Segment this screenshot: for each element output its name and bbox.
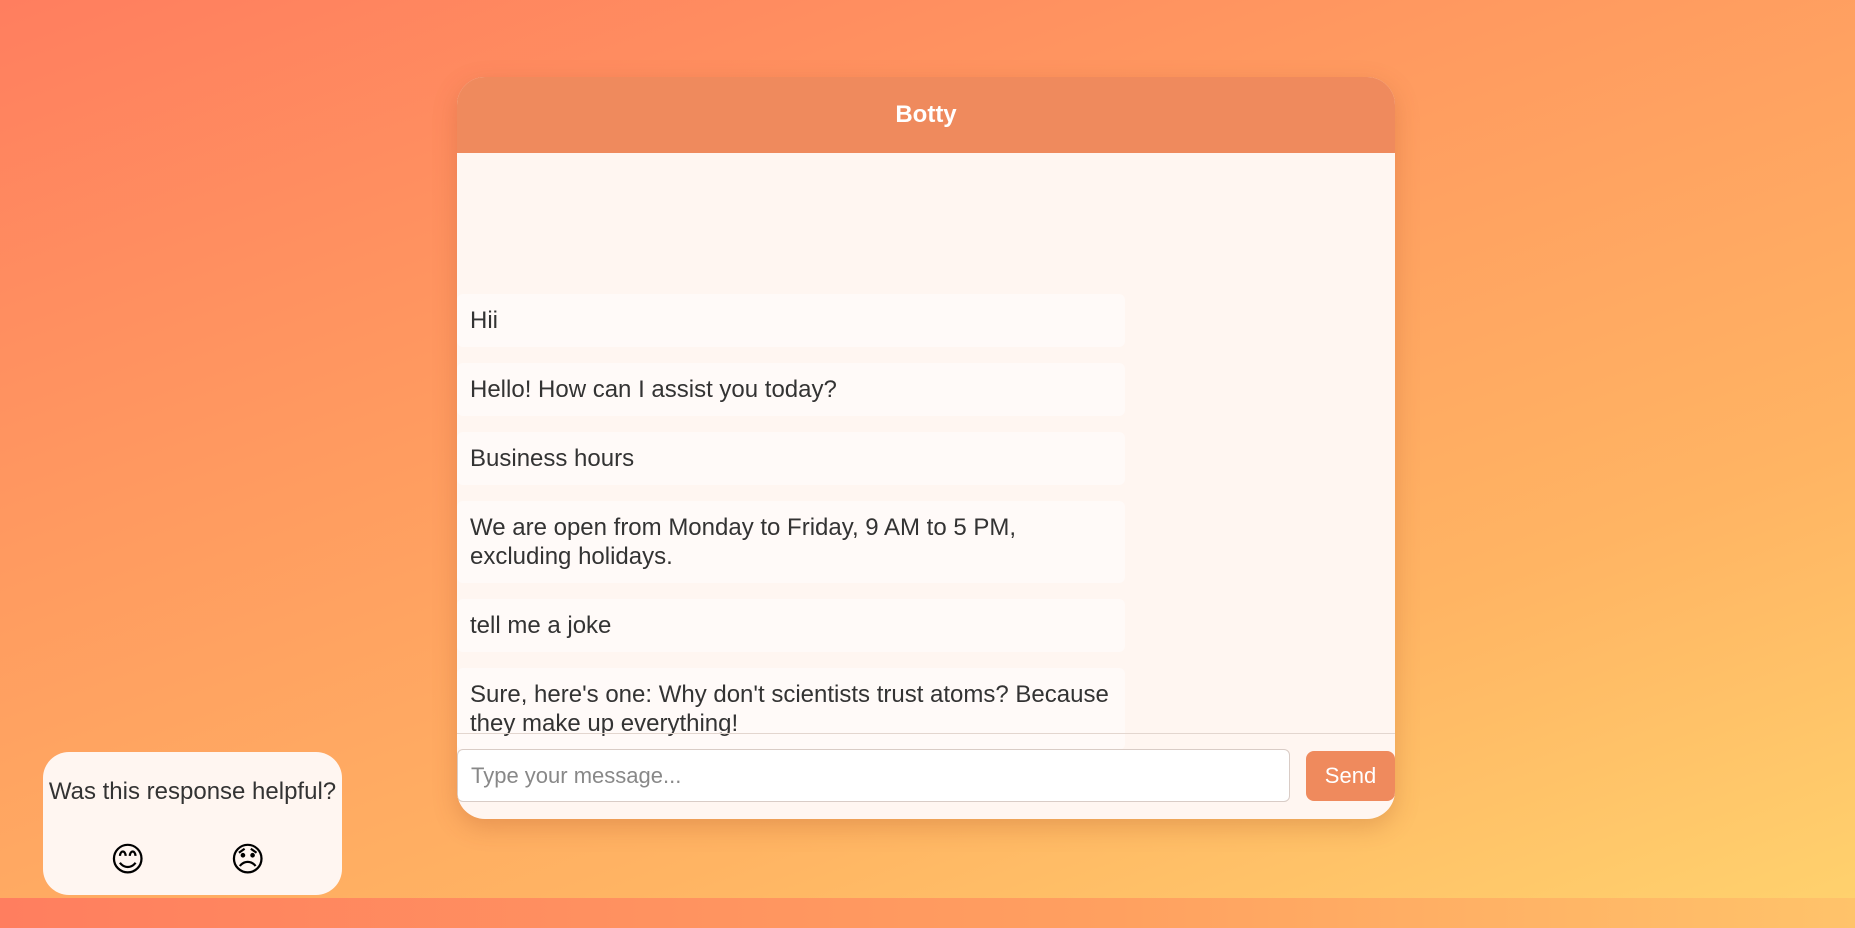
message-user: Business hours	[457, 432, 1125, 485]
sad-face-icon[interactable]: 😞	[230, 840, 265, 880]
chat-title: Botty	[895, 101, 957, 128]
chat-header: Botty	[457, 77, 1395, 153]
message-bot: Hello! How can I assist you today?	[457, 363, 1125, 416]
message-bot: We are open from Monday to Friday, 9 AM …	[457, 501, 1125, 583]
message-list: Hii Hello! How can I assist you today? B…	[457, 153, 1395, 811]
smile-icon[interactable]: 😊	[110, 840, 145, 880]
message-user: tell me a joke	[457, 599, 1125, 652]
chat-window: Botty Hii Hello! How can I assist you to…	[457, 77, 1395, 819]
input-area: Send	[457, 733, 1395, 819]
feedback-question: Was this response helpful?	[48, 778, 337, 805]
feedback-panel: Was this response helpful? 😊 😞	[43, 752, 342, 895]
message-user: Hii	[457, 294, 1125, 347]
send-button[interactable]: Send	[1306, 751, 1395, 801]
message-input[interactable]	[457, 749, 1290, 802]
bottom-strip	[0, 898, 1855, 928]
